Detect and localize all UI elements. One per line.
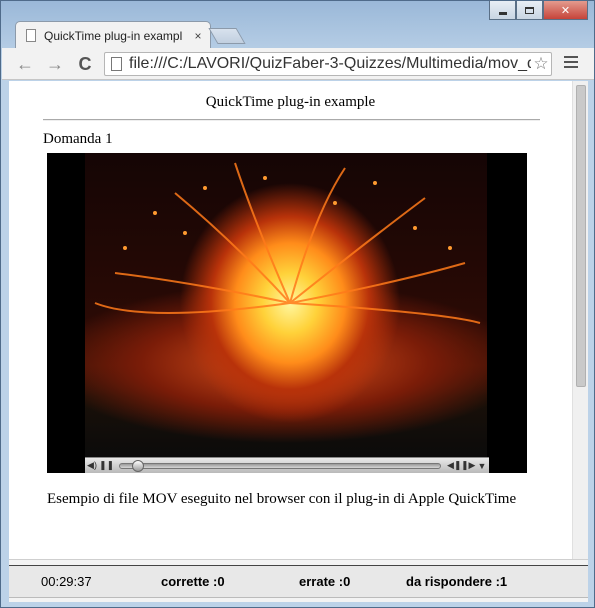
minimize-icon	[498, 11, 507, 15]
minimize-button[interactable]	[489, 1, 516, 20]
maximize-button[interactable]	[516, 1, 543, 20]
quiz-status-bar: 00:29:37 corrette :0 errate :0 da rispon…	[9, 559, 588, 602]
remaining-count: da rispondere :1	[406, 574, 508, 589]
close-window-button[interactable]: ✕	[543, 1, 588, 20]
video-caption: Esempio di file MOV eseguito nel browser…	[47, 491, 517, 507]
reload-icon[interactable]: C	[74, 53, 96, 75]
browser-toolbar: ← → C file:///C:/LAVORI/QuizFaber-3-Quiz…	[2, 48, 594, 80]
new-tab-button[interactable]	[208, 28, 246, 44]
tab-title: QuickTime plug-in exampl	[44, 28, 183, 43]
window-controls: ✕	[489, 1, 588, 21]
step-forward-icon[interactable]: ❚▶	[461, 460, 475, 471]
step-back-icon[interactable]: ◀❚	[447, 460, 461, 471]
back-icon[interactable]: ←	[14, 53, 36, 75]
seek-knob[interactable]	[132, 459, 145, 472]
maximize-icon	[525, 6, 534, 14]
correct-count: corrette :0	[161, 574, 225, 589]
page-title: QuickTime plug-in example	[205, 94, 376, 110]
quicktime-player[interactable]: ◀) ❚❚ ◀❚ ❚▶ ▼	[47, 153, 527, 473]
bookmark-star-icon[interactable]: ☆	[531, 54, 551, 74]
address-bar[interactable]: file:///C:/LAVORI/QuizFaber-3-Quizzes/Mu…	[104, 52, 552, 76]
browser-tab[interactable]: QuickTime plug-in exampl ×	[15, 21, 211, 49]
vertical-scrollbar[interactable]	[572, 81, 588, 559]
question-label: Domanda 1	[43, 131, 113, 147]
menu-icon[interactable]	[564, 56, 578, 71]
scrollbar-thumb[interactable]	[576, 85, 586, 387]
tab-close-icon[interactable]: ×	[190, 29, 206, 43]
video-frame[interactable]	[85, 153, 487, 457]
seek-bar[interactable]	[119, 459, 441, 472]
lava-eruption-image	[94, 162, 481, 324]
browser-window: ✕ QuickTime plug-in exampl × ← → C file:…	[0, 0, 595, 608]
timer: 00:29:37	[41, 574, 92, 589]
wrong-count: errate :0	[299, 574, 351, 589]
address-url[interactable]: file:///C:/LAVORI/QuizFaber-3-Quizzes/Mu…	[129, 55, 531, 73]
volume-icon[interactable]: ◀)	[85, 460, 99, 471]
forward-icon[interactable]: →	[44, 53, 66, 75]
file-icon	[111, 57, 122, 71]
page-viewport: QuickTime plug-in example Domanda 1 ◀) ❚…	[9, 81, 588, 602]
pause-icon[interactable]: ❚❚	[99, 460, 114, 471]
page-icon	[26, 29, 36, 42]
divider	[43, 119, 540, 121]
player-controls: ◀) ❚❚ ◀❚ ❚▶ ▼	[85, 457, 489, 473]
player-menu-icon[interactable]: ▼	[475, 461, 489, 471]
